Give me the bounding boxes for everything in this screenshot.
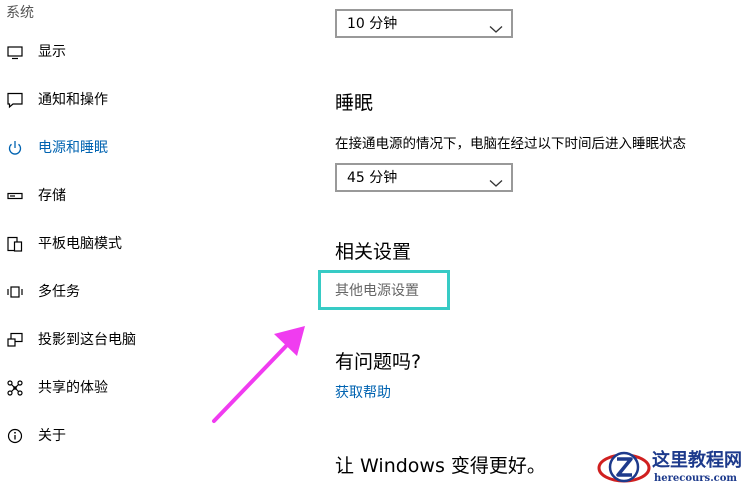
watermark-url: herecours.com — [654, 473, 738, 484]
watermark-emblem-icon — [597, 451, 651, 483]
watermark-title: 这里教程网 — [652, 450, 742, 471]
watermark-logo: 这里教程网 herecours.com — [596, 446, 743, 490]
annotation-arrow — [212, 326, 305, 423]
